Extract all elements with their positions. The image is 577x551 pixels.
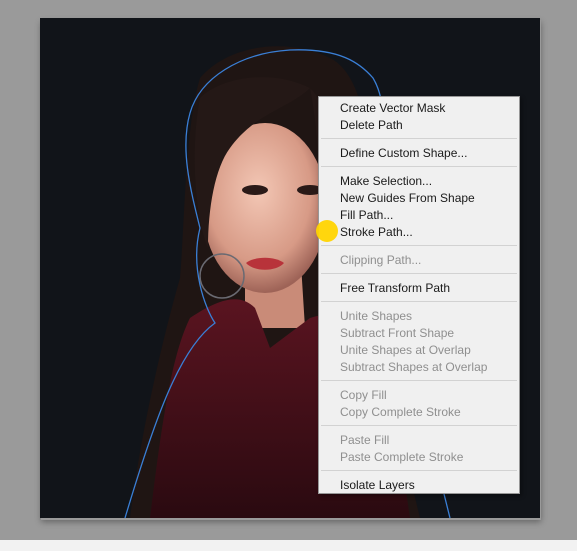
menu-item-create-vector-mask[interactable]: Create Vector Mask bbox=[340, 100, 445, 117]
menu-separator bbox=[321, 166, 517, 167]
menu-item-subtract-shapes-at-overlap: Subtract Shapes at Overlap bbox=[340, 360, 488, 374]
menu-item-copy-fill: Copy Fill bbox=[340, 388, 387, 402]
menu-item-subtract-front-shape: Subtract Front Shape bbox=[340, 326, 455, 340]
menu-item-unite-shapes-at-overlap: Unite Shapes at Overlap bbox=[340, 343, 471, 357]
menu-item-paste-complete-stroke: Paste Complete Stroke bbox=[340, 450, 464, 464]
menu-item-clipping-path: Clipping Path... bbox=[340, 253, 422, 267]
menu-item-paste-fill: Paste Fill bbox=[340, 433, 390, 447]
menu-item-make-selection[interactable]: Make Selection... bbox=[340, 173, 432, 190]
menu-item-unite-shapes: Unite Shapes bbox=[340, 309, 413, 323]
menu-item-free-transform-path[interactable]: Free Transform Path bbox=[340, 280, 450, 297]
menu-separator bbox=[321, 380, 517, 381]
menu-item-delete-path[interactable]: Delete Path bbox=[340, 117, 403, 134]
menu-separator bbox=[321, 273, 517, 274]
menu-item-define-custom-shape[interactable]: Define Custom Shape... bbox=[340, 145, 467, 162]
cursor-highlight-icon bbox=[316, 220, 338, 242]
menu-item-fill-path[interactable]: Fill Path... bbox=[340, 207, 393, 224]
menu-separator bbox=[321, 470, 517, 471]
menu-separator bbox=[321, 425, 517, 426]
menu-separator bbox=[321, 301, 517, 302]
menu-separator bbox=[321, 245, 517, 246]
menu-item-copy-complete-stroke: Copy Complete Stroke bbox=[340, 405, 461, 419]
menu-item-stroke-path[interactable]: Stroke Path... bbox=[340, 224, 413, 241]
path-context-menu[interactable]: Create Vector Mask Delete Path Define Cu… bbox=[318, 96, 520, 494]
workspace-bottom-strip bbox=[0, 540, 577, 551]
menu-item-new-guides-from-shape[interactable]: New Guides From Shape bbox=[340, 190, 475, 207]
menu-item-isolate-layers[interactable]: Isolate Layers bbox=[340, 477, 415, 494]
menu-separator bbox=[321, 138, 517, 139]
